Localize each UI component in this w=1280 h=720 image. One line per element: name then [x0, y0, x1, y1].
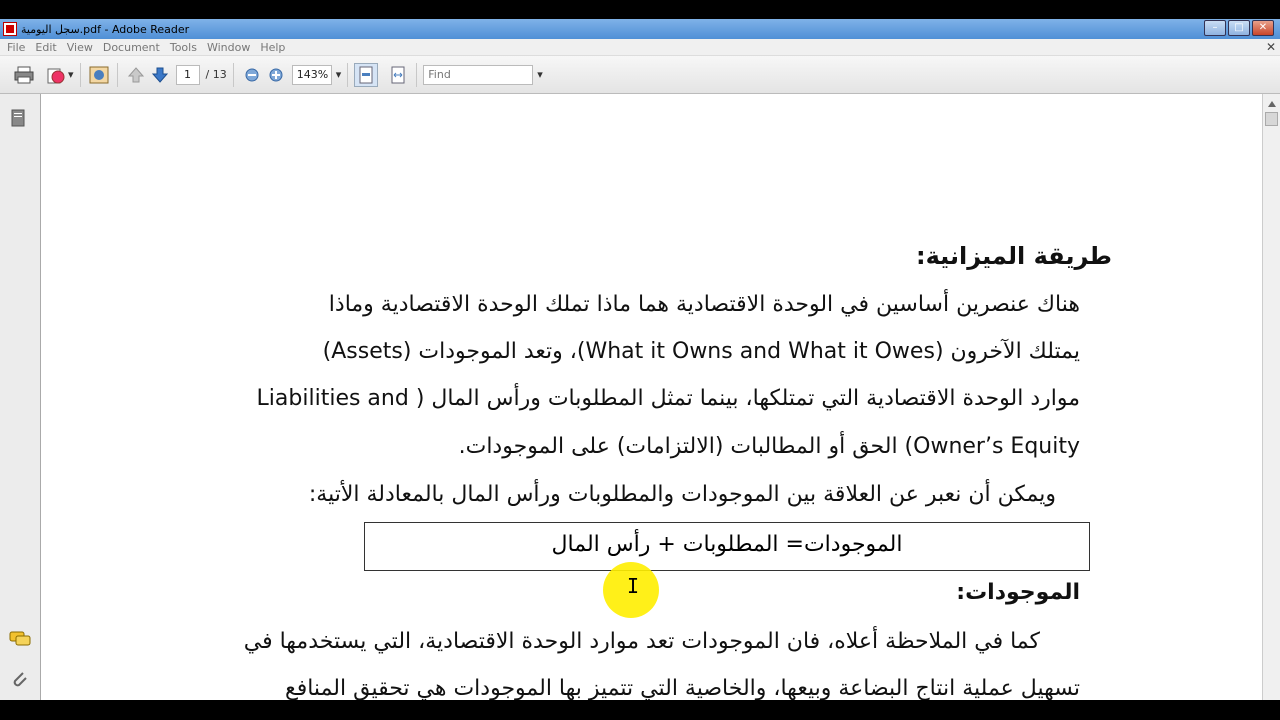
menu-file[interactable]: File [7, 41, 25, 54]
printer-icon [14, 66, 34, 83]
export-button[interactable] [44, 63, 68, 87]
menu-edit[interactable]: Edit [35, 41, 56, 54]
collaborate-icon [89, 66, 109, 83]
paragraph-line: موارد الوحدة الاقتصادية التي تمتلكها، بي… [256, 386, 1080, 411]
scroll-up-icon[interactable] [1264, 96, 1280, 112]
document-page[interactable]: طريقة الميزانية: هناك عنصرين أساسين في ا… [41, 94, 1262, 700]
window-title: سجل اليومية.pdf - Adobe Reader [21, 22, 190, 36]
export-icon [47, 68, 65, 83]
menu-help[interactable]: Help [260, 41, 285, 54]
find-input[interactable]: Find [423, 64, 534, 85]
page-number-input[interactable]: 1 [175, 64, 200, 85]
find-dropdown-icon[interactable]: ▾ [537, 68, 543, 81]
toolbar-separator [116, 62, 118, 87]
zoom-dropdown-icon[interactable]: ▾ [336, 68, 342, 81]
paragraph-line: كما في الملاحظة أعلاه، فان الموجودات تعد… [243, 629, 1040, 654]
vertical-scrollbar[interactable] [1262, 94, 1280, 700]
attachment-icon[interactable] [9, 668, 29, 690]
menu-bar: File Edit View Document Tools Window Hel… [0, 39, 1280, 56]
subsection-heading: الموجودات: [956, 580, 1080, 605]
close-button[interactable]: ✕ [1252, 20, 1274, 36]
text-cursor-icon: I [627, 574, 640, 598]
screen-bottom-border [0, 700, 1280, 720]
toolbar-separator [416, 62, 418, 87]
arrow-down-icon [151, 67, 168, 83]
toolbar-separator [79, 62, 81, 87]
paragraph-line: ويمكن أن نعبر عن العلاقة بين الموجودات و… [308, 482, 1056, 507]
zoom-in-button[interactable] [264, 63, 288, 87]
toolbar-separator [232, 62, 234, 87]
menu-view[interactable]: View [67, 41, 93, 54]
accounting-equation: الموجودات= المطلوبات + رأس المال [551, 532, 903, 557]
fit-width-icon [391, 66, 405, 83]
menu-tools[interactable]: Tools [170, 41, 197, 54]
previous-page-button[interactable] [124, 63, 148, 87]
toolbar-separator [347, 62, 349, 87]
comments-icon[interactable] [9, 630, 31, 648]
paragraph-line: هناك عنصرين أساسين في الوحدة الاقتصادية … [328, 292, 1080, 317]
zoom-out-button[interactable] [240, 63, 264, 87]
paragraph-line: يمتلك الآخرون (What it Owns and What it … [322, 339, 1080, 364]
zoom-out-icon [245, 68, 259, 81]
arrow-up-icon [127, 66, 144, 82]
fit-page-icon [359, 66, 373, 83]
section-heading: طريقة الميزانية: [916, 242, 1112, 270]
document-close-icon[interactable]: ✕ [1266, 40, 1276, 54]
navigation-pane [0, 94, 41, 700]
page-total: / 13 [205, 68, 227, 81]
menu-window[interactable]: Window [207, 41, 250, 54]
pdf-app-icon [3, 22, 17, 36]
chevron-down-icon[interactable]: ▾ [68, 68, 74, 81]
minimize-button[interactable]: – [1204, 20, 1226, 36]
screen-top-border [0, 0, 1280, 19]
zoom-in-icon [269, 68, 283, 81]
equation-box: الموجودات= المطلوبات + رأس المال [364, 522, 1090, 571]
title-bar: سجل اليومية.pdf - Adobe Reader – □ ✕ [0, 19, 1280, 39]
pages-icon[interactable] [9, 108, 27, 128]
print-button[interactable] [12, 63, 36, 87]
menu-document[interactable]: Document [103, 41, 160, 54]
next-page-button[interactable] [148, 63, 172, 87]
paragraph-line: تسهيل عملية انتاج البضاعة وبيعها، والخاص… [285, 676, 1080, 700]
toolbar: ▾ 1 / 13 143% ▾ Find ▾ [0, 56, 1280, 94]
zoom-level-input[interactable]: 143% [291, 64, 332, 85]
paragraph-line: Owner’s Equity) الحق أو المطالبات (الالت… [458, 434, 1080, 459]
maximize-button[interactable]: □ [1228, 20, 1250, 36]
collaborate-button[interactable] [87, 63, 111, 87]
fit-page-button[interactable] [354, 62, 379, 87]
scrollbar-thumb[interactable] [1265, 112, 1278, 126]
fit-width-button[interactable] [386, 63, 410, 87]
